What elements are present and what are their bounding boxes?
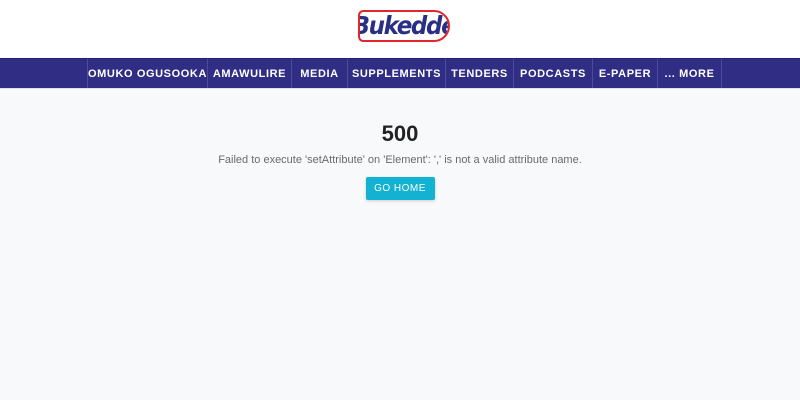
bukedde-logo[interactable]: Bukedde bbox=[358, 10, 450, 42]
site-header: Bukedde bbox=[0, 0, 800, 58]
main-navigation: OMUKO OGUSOOKA AMAWULIRE MEDIA SUPPLEMEN… bbox=[0, 58, 800, 89]
nav-item-podcasts[interactable]: PODCASTS bbox=[514, 59, 593, 88]
error-message: Failed to execute 'setAttribute' on 'Ele… bbox=[218, 154, 582, 166]
nav-item-tenders[interactable]: TENDERS bbox=[446, 59, 514, 88]
nav-list: OMUKO OGUSOOKA AMAWULIRE MEDIA SUPPLEMEN… bbox=[87, 59, 722, 88]
nav-item-omuko-ogusooka[interactable]: OMUKO OGUSOOKA bbox=[88, 59, 208, 88]
nav-item-amawulire[interactable]: AMAWULIRE bbox=[208, 59, 292, 88]
nav-item-supplements[interactable]: SUPPLEMENTS bbox=[348, 59, 446, 88]
nav-item-more[interactable]: ... MORE bbox=[658, 59, 722, 88]
error-page: 500 Failed to execute 'setAttribute' on … bbox=[0, 89, 800, 200]
nav-item-media[interactable]: MEDIA bbox=[292, 59, 348, 88]
logo-text: Bukedde bbox=[360, 11, 450, 40]
go-home-button[interactable]: GO HOME bbox=[365, 177, 435, 200]
error-code: 500 bbox=[381, 121, 419, 146]
nav-item-e-paper[interactable]: E-PAPER bbox=[593, 59, 658, 88]
